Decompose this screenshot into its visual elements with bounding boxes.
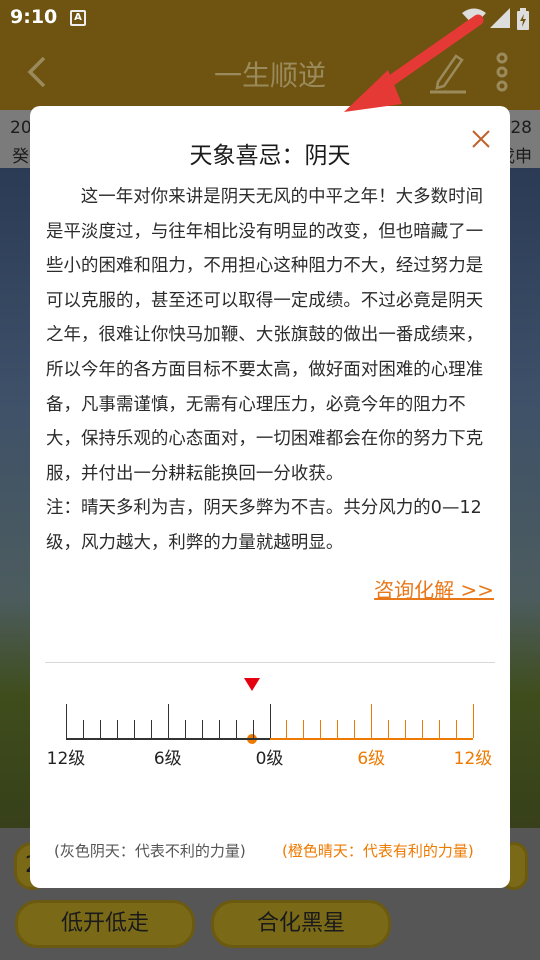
wind-level-scale: 12级 6级 0级 6级 12级 [30,666,510,786]
scale-tick [150,720,152,738]
scale-tick [337,720,339,738]
scale-tick [371,704,373,738]
scale-label: 6级 [153,749,182,769]
status-time: 9:10 [10,6,58,28]
scale-tick [388,720,390,738]
scale-tick [133,720,135,738]
scale-tick [167,704,169,738]
weather-dialog: 天象喜忌：阴天 这一年对你来讲是阴天无风的中平之年！大多数时间是平淡度过，与往年… [30,106,510,888]
scale-tick [99,720,101,738]
more-options-icon[interactable] [494,50,510,94]
annotation-arrow-icon [344,14,484,112]
description-paragraph: 这一年对你来讲是阴天无风的中平之年！大多数时间是平淡度过，与往年相比没有明显的改… [46,187,484,484]
scale-tick [82,720,84,738]
current-level-marker [244,678,260,691]
note-paragraph: 注：晴天多利为吉，阴天多弊为不吉。共分风力的0—12级，风力越大，利弊的力量就越… [46,498,482,553]
scale-tick [116,720,118,738]
signal-icon [490,8,510,28]
consult-resolve-link[interactable]: 咨询化解 >> [374,574,494,603]
scale-label: 12级 [453,749,493,769]
dialog-title: 天象喜忌：阴天 [189,143,351,169]
scale-tick [201,720,203,738]
scale-tick [235,720,237,738]
scale-tick [439,720,441,738]
close-icon[interactable] [470,128,492,150]
scale-tick [473,704,474,738]
legend-favorable: (橙色晴天：代表有利的力量) [282,842,474,860]
scale-tick [456,720,458,738]
legend-unfavorable: (灰色阴天：代表不利的力量) [54,842,246,860]
scale-tick [354,720,356,738]
scale-tick [286,720,288,738]
dialog-body: 这一年对你来讲是阴天无风的中平之年！大多数时间是平淡度过，与往年相比没有明显的改… [46,180,498,561]
scale-tick [66,704,67,738]
scale-label: 6级 [357,749,386,769]
scale-tick [320,720,322,738]
scale-tick [269,704,271,738]
scale-tick [405,720,407,738]
divider [45,662,495,663]
low-open-low-go-button: 低开低走 [15,900,195,948]
scale-label: 12级 [46,749,86,769]
scale-label: 0级 [255,749,284,769]
scale-tick [303,720,305,738]
scale-tick [218,720,220,738]
date-left-top: 20 [10,118,32,138]
scale-tick [422,720,424,738]
scale-axis-gray [66,738,270,740]
notification-app-icon: A [70,10,86,26]
battery-icon [517,8,529,30]
date-left-bottom: 癸 [12,147,29,167]
scale-tick [252,720,254,738]
scale-tick [184,720,186,738]
combined-black-star-button: 合化黑星 [211,900,391,948]
scale-axis-orange [269,738,473,740]
